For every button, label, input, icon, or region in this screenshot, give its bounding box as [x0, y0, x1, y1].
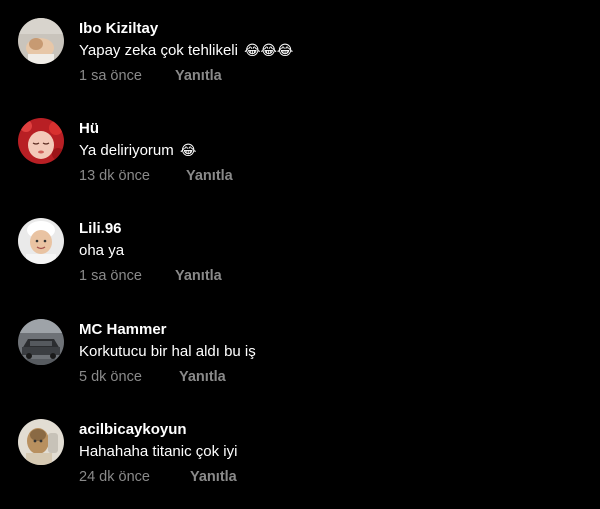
avatar[interactable]: [18, 419, 64, 465]
comment-item: Lili.96 oha ya 1 sa önce Yanıtla: [0, 218, 600, 308]
comment-text-body: Yapay zeka çok tehlikeli: [79, 42, 238, 59]
comment-item: Hü Ya deliriyorum 😂 13 dk önce Yanıtla: [0, 118, 600, 208]
reply-button[interactable]: Yanıtla: [186, 168, 233, 184]
comment-text: Yapay zeka çok tehlikeli 😂😂😂: [79, 42, 293, 59]
avatar[interactable]: [18, 319, 64, 365]
comment-text: Ya deliriyorum 😂: [79, 142, 196, 159]
laughing-emoji-icon: 😂😂😂: [244, 42, 294, 58]
comment-text-body: Ya deliriyorum: [79, 142, 174, 159]
comment-username[interactable]: MC Hammer: [79, 321, 167, 338]
comment-text-body: Korkutucu bir hal aldı bu iş: [79, 343, 256, 360]
reply-button[interactable]: Yanıtla: [190, 469, 237, 485]
comment-text: Hahahaha titanic çok iyi: [79, 443, 237, 460]
comment-timestamp: 24 dk önce: [79, 469, 150, 485]
reply-button[interactable]: Yanıtla: [175, 268, 222, 284]
comment-text-body: oha ya: [79, 242, 125, 259]
comment-list: Ibo Kiziltay Yapay zeka çok tehlikeli 😂😂…: [0, 0, 600, 493]
avatar[interactable]: [18, 18, 64, 64]
comment-username[interactable]: Hü: [79, 120, 99, 137]
comment-username[interactable]: acilbicaykoyun: [79, 421, 187, 438]
comment-timestamp: 1 sa önce: [79, 68, 142, 84]
comment-text: Korkutucu bir hal aldı bu iş: [79, 343, 256, 360]
reply-button[interactable]: Yanıtla: [179, 369, 226, 385]
comment-item: MC Hammer Korkutucu bir hal aldı bu iş 5…: [0, 319, 600, 409]
laughing-emoji-icon: 😂: [179, 142, 197, 158]
comment-timestamp: 5 dk önce: [79, 369, 142, 385]
comment-username[interactable]: Ibo Kiziltay: [79, 20, 158, 37]
comment-timestamp: 13 dk önce: [79, 168, 150, 184]
comment-text: oha ya: [79, 242, 124, 259]
comment-item: Ibo Kiziltay Yapay zeka çok tehlikeli 😂😂…: [0, 18, 600, 108]
comment-username[interactable]: Lili.96: [79, 220, 122, 237]
comment-text-body: Hahahaha titanic çok iyi: [79, 443, 238, 460]
reply-button[interactable]: Yanıtla: [175, 68, 222, 84]
avatar[interactable]: [18, 218, 64, 264]
avatar[interactable]: [18, 118, 64, 164]
comment-timestamp: 1 sa önce: [79, 268, 142, 284]
comment-item: acilbicaykoyun Hahahaha titanic çok iyi …: [0, 419, 600, 509]
